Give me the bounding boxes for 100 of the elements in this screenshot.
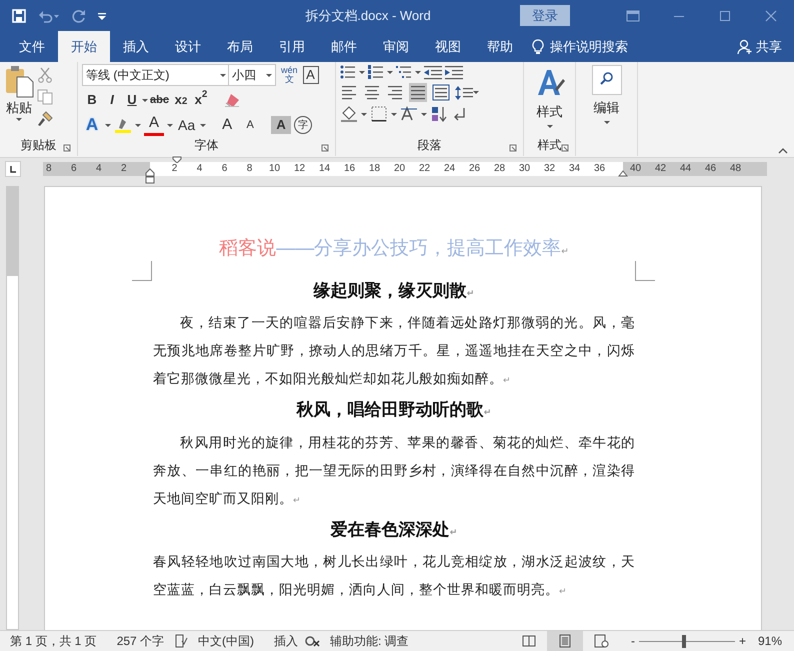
borders-icon[interactable] [370,105,388,123]
bullets-icon[interactable] [340,64,356,80]
text-effects-button[interactable]: A [82,114,102,136]
grow-font-button[interactable]: A [217,114,238,136]
dropdown-arrow-icon[interactable] [167,124,173,126]
ruler-number: 46 [704,164,718,174]
ribbon-tab[interactable]: 引用 [266,31,318,62]
dropdown-arrow-icon[interactable] [473,91,479,94]
indent-marker-icon[interactable] [145,168,155,184]
dropdown-arrow-icon[interactable] [142,98,148,102]
clear-formatting-icon[interactable] [222,92,241,108]
customize-toolbar-icon[interactable] [98,12,106,20]
increase-indent-icon[interactable] [445,64,463,80]
justify-icon[interactable] [409,83,427,102]
multilevel-list-icon[interactable] [396,64,412,80]
dialog-launcher-icon[interactable] [321,144,329,152]
format-button[interactable]: x$_{2}$ [170,89,191,111]
ribbon-tab[interactable]: 布局 [214,31,266,62]
highlighter-icon[interactable] [114,116,132,134]
accessibility-icon[interactable] [304,634,320,648]
cut-icon[interactable] [37,67,53,83]
ribbon-tab[interactable]: 设计 [162,31,214,62]
save-icon[interactable] [12,8,26,22]
tell-me-search[interactable]: 操作说明搜索 [550,36,628,56]
tab-selector[interactable] [5,161,21,177]
dropdown-arrow-icon[interactable] [361,112,367,116]
proofing-icon[interactable] [174,634,188,648]
format-button[interactable]: U [122,89,142,111]
font-name-field[interactable]: 等线 (中文正文) [82,64,230,86]
styles-button[interactable]: 样式 [536,102,562,122]
body-paragraph: 夜，结束了一天的喧嚣后安静下来，伴随着远处路灯那微弱的光。风，毫无预兆地席卷整片旷野，撩动人的思绪万千。星，遥遥地挂在天空之中，闪烁着它那微微星光，不如阳光般灿烂却如花儿般如痴如醉。↵ [153,314,635,388]
format-button[interactable]: B [82,89,102,111]
sort-icon[interactable] [430,105,448,123]
paste-icon[interactable] [4,64,34,98]
align-center-icon[interactable] [363,83,381,102]
editing-button[interactable]: 编辑 [594,98,620,118]
dropdown-arrow-icon[interactable] [415,70,421,74]
dropdown-arrow-icon[interactable] [220,74,226,76]
align-left-icon[interactable] [340,83,358,102]
dropdown-arrow-icon[interactable] [105,124,111,126]
login-button[interactable]: 登录 [520,4,570,26]
redo-icon[interactable] [72,8,86,22]
ribbon-tab[interactable]: 插入 [110,31,162,62]
line-spacing-icon[interactable] [455,84,473,100]
dialog-launcher-icon[interactable] [509,144,517,152]
character-shading-button[interactable]: A [271,116,292,134]
asian-layout-icon[interactable] [400,105,418,123]
align-right-icon[interactable] [386,83,404,102]
distributed-icon[interactable] [432,83,450,102]
right-indent-icon[interactable] [618,170,628,177]
format-button[interactable]: I [102,89,122,111]
paste-button[interactable]: 粘贴 [6,98,32,118]
collapse-ribbon-icon[interactable] [778,148,788,154]
font-color-button[interactable]: A [144,114,164,136]
dialog-launcher-icon[interactable] [63,144,71,152]
zoom-in-button[interactable]: + [738,632,746,650]
ruler-number: 36 [592,164,606,174]
dropdown-arrow-icon[interactable] [200,124,206,126]
close-icon[interactable] [764,8,778,22]
ribbon-tab[interactable]: 视图 [422,31,474,62]
status-text[interactable]: 插入 [264,632,304,650]
dropdown-arrow-icon[interactable] [359,70,365,74]
dropdown-arrow-icon[interactable] [135,124,141,126]
shading-bucket-icon[interactable] [340,105,358,123]
search-icon[interactable] [592,65,622,95]
ribbon-tab[interactable]: 文件 [6,31,58,62]
decrease-indent-icon[interactable] [424,64,442,80]
dropdown-arrow-icon[interactable] [546,124,552,128]
ribbon-tab[interactable]: 开始 [58,31,110,62]
ribbon-display-icon[interactable] [626,8,640,22]
status-text: 中文(中国) [197,633,256,650]
dialog-launcher-icon[interactable] [561,144,569,152]
share-button[interactable]: 共享 [756,36,782,56]
zoom-percent[interactable]: 91% [758,632,782,650]
font-size-field[interactable]: 小四 [228,64,276,86]
maximize-icon[interactable] [718,8,732,22]
ribbon-tab[interactable]: 帮助 [474,31,526,62]
lightbulb-icon[interactable] [532,38,544,54]
character-border-button[interactable]: A [302,66,319,84]
phonetic-guide-button[interactable]: wén 文 [279,64,300,86]
zoom-out-button[interactable]: - [630,632,635,650]
dropdown-arrow-icon[interactable] [604,120,610,124]
person-add-icon[interactable] [737,38,753,54]
enclose-characters-button[interactable]: 字 [294,116,312,134]
ribbon-tab[interactable]: 审阅 [370,31,422,62]
dropdown-arrow-icon[interactable] [391,112,397,116]
format-painter-icon[interactable] [37,111,53,127]
dropdown-arrow-icon[interactable] [421,112,427,116]
format-button[interactable]: abc [148,89,171,111]
change-case-button[interactable]: Aa [176,114,198,136]
shrink-font-button[interactable]: A [240,114,260,136]
format-button[interactable]: x$^{2}$ [190,89,211,111]
zoom-slider-thumb[interactable] [682,634,686,648]
view-button[interactable] [546,630,583,651]
dropdown-arrow-icon[interactable] [387,70,393,74]
undo-icon[interactable] [38,8,60,22]
ribbon-tab[interactable]: 邮件 [318,31,370,62]
numbering-icon[interactable] [368,64,384,80]
dropdown-arrow-icon[interactable] [16,118,22,120]
dropdown-arrow-icon[interactable] [266,74,272,76]
